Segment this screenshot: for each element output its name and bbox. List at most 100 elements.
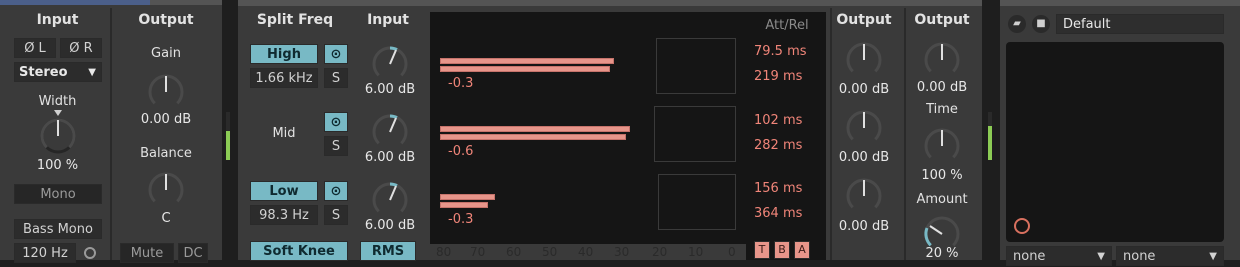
global-output-label: Output <box>914 12 970 28</box>
y-mapping-dropdown[interactable]: none ▼ <box>1116 246 1224 266</box>
preset-name-field[interactable]: Default <box>1056 14 1224 34</box>
rack-title-bar <box>1000 0 1240 6</box>
split-freq-label: Split Freq <box>256 12 334 28</box>
channel-mode-select[interactable]: Stereo ▼ <box>14 62 102 82</box>
scale-label: 60 <box>506 245 522 259</box>
dc-button[interactable]: DC <box>178 243 208 263</box>
save-preset-icon[interactable]: ■ <box>1032 15 1050 33</box>
mid-threshold-region[interactable] <box>654 106 736 162</box>
width-value[interactable]: 100 % <box>10 158 105 173</box>
high-band-output-value[interactable]: 0.00 dB <box>832 82 896 97</box>
dropdown-arrow-icon: ▼ <box>1097 251 1105 262</box>
low-band-level-bar-top <box>440 194 495 200</box>
utility-device: Input Ø L Ø R Stereo ▼ Width 100 % Mono … <box>0 0 222 263</box>
low-band-activate-icon[interactable]: ⊙ <box>324 181 348 201</box>
high-input-gain-value[interactable]: 6.00 dB <box>358 82 422 97</box>
band-output-label: Output <box>836 12 892 28</box>
low-band-readout: -0.3 <box>448 212 474 227</box>
high-input-gain-knob[interactable] <box>370 44 410 84</box>
band-output-divider-right <box>904 8 906 260</box>
low-attack-value[interactable]: 156 ms <box>754 181 802 196</box>
mid-band-output-knob[interactable] <box>844 108 884 148</box>
low-input-gain-knob[interactable] <box>370 180 410 220</box>
soft-knee-button[interactable]: Soft Knee <box>250 241 348 261</box>
amount-value[interactable]: 20 % <box>906 246 978 261</box>
scale-label: 0 <box>728 245 736 259</box>
high-band-readout: -0.3 <box>448 76 474 91</box>
low-band-output-value[interactable]: 0.00 dB <box>832 219 896 234</box>
mid-input-gain-value[interactable]: 6.00 dB <box>358 150 422 165</box>
utility-column-divider <box>110 8 112 260</box>
balance-label: Balance <box>140 146 192 161</box>
bass-mono-freq-field[interactable]: 120 Hz <box>14 243 76 263</box>
x-mapping-dropdown[interactable]: none ▼ <box>1006 246 1112 266</box>
bass-mono-button[interactable]: Bass Mono <box>14 219 102 239</box>
gain-value[interactable]: 0.00 dB <box>114 112 218 127</box>
high-band-activate-icon[interactable]: ⊙ <box>324 44 348 64</box>
mid-band-label: Mid <box>272 126 296 141</box>
global-output-knob[interactable] <box>922 40 962 80</box>
low-band-level-bar-bottom <box>440 202 488 208</box>
bass-mono-audition-icon[interactable] <box>84 247 96 259</box>
mid-band-readout: -0.6 <box>448 144 474 159</box>
mode-button-t[interactable]: T <box>754 241 770 259</box>
time-label: Time <box>926 102 958 117</box>
low-band-output-knob[interactable] <box>844 176 884 216</box>
high-band-solo-button[interactable]: S <box>324 68 348 88</box>
xy-pad[interactable] <box>1006 42 1224 242</box>
mid-input-gain-knob[interactable] <box>370 112 410 152</box>
high-attack-value[interactable]: 79.5 ms <box>754 44 807 59</box>
low-release-value[interactable]: 364 ms <box>754 206 802 221</box>
high-split-freq-field[interactable]: 1.66 kHz <box>250 68 318 88</box>
high-band-button[interactable]: High <box>250 44 318 64</box>
rms-button[interactable]: RMS <box>360 241 416 261</box>
time-value[interactable]: 100 % <box>906 168 978 183</box>
balance-knob[interactable] <box>146 170 186 210</box>
high-release-value[interactable]: 219 ms <box>754 69 802 84</box>
multiband-input-label: Input <box>367 12 409 28</box>
low-split-freq-field[interactable]: 98.3 Hz <box>250 205 318 225</box>
mode-button-b[interactable]: B <box>774 241 790 259</box>
utility-output-meter <box>226 112 230 160</box>
low-band-solo-button[interactable]: S <box>324 205 348 225</box>
mute-button[interactable]: Mute <box>120 243 174 263</box>
mode-button-a[interactable]: A <box>794 241 810 259</box>
utility-title-bar <box>0 0 150 5</box>
width-knob[interactable] <box>38 116 78 156</box>
mono-button[interactable]: Mono <box>14 184 102 204</box>
scale-label: 10 <box>688 245 704 259</box>
balance-value[interactable]: C <box>114 211 218 226</box>
mid-band-solo-button[interactable]: S <box>324 136 348 156</box>
utility-title-bar-right <box>150 0 222 5</box>
x-mapping-value: none <box>1013 249 1046 264</box>
high-threshold-region[interactable] <box>656 38 736 94</box>
dropdown-arrow-icon: ▼ <box>1209 251 1217 262</box>
mid-band-output-value[interactable]: 0.00 dB <box>832 150 896 165</box>
att-rel-label: Att/Rel <box>765 18 809 33</box>
time-knob[interactable] <box>922 126 962 166</box>
xy-handle-icon[interactable] <box>1014 218 1030 234</box>
band-level-display[interactable]: -0.3 -0.6 -0.3 Att/Rel 79.5 ms 219 ms 10… <box>430 12 826 260</box>
mid-band-activate-icon[interactable]: ⊙ <box>324 112 348 132</box>
low-band-button[interactable]: Low <box>250 181 318 201</box>
folder-icon[interactable]: ▰ <box>1008 15 1026 33</box>
low-threshold-region[interactable] <box>658 174 736 230</box>
mid-release-value[interactable]: 282 ms <box>754 138 802 153</box>
amount-label: Amount <box>916 192 968 207</box>
gain-label: Gain <box>151 46 181 61</box>
phase-invert-right-button[interactable]: Ø R <box>60 38 102 58</box>
phase-invert-left-button[interactable]: Ø L <box>14 38 56 58</box>
low-input-gain-value[interactable]: 6.00 dB <box>358 218 422 233</box>
width-label: Width <box>38 94 77 109</box>
high-band-output-knob[interactable] <box>844 40 884 80</box>
scale-label: 40 <box>578 245 594 259</box>
mid-band-level-bar-top <box>440 126 630 132</box>
scale-label: 20 <box>652 245 668 259</box>
multiband-output-meter <box>988 112 992 160</box>
gain-knob[interactable] <box>146 72 186 112</box>
mid-attack-value[interactable]: 102 ms <box>754 113 802 128</box>
scale-label: 70 <box>470 245 486 259</box>
mid-band-level-bar-bottom <box>440 134 626 140</box>
global-output-value[interactable]: 0.00 dB <box>906 80 978 95</box>
scale-label: 50 <box>542 245 558 259</box>
